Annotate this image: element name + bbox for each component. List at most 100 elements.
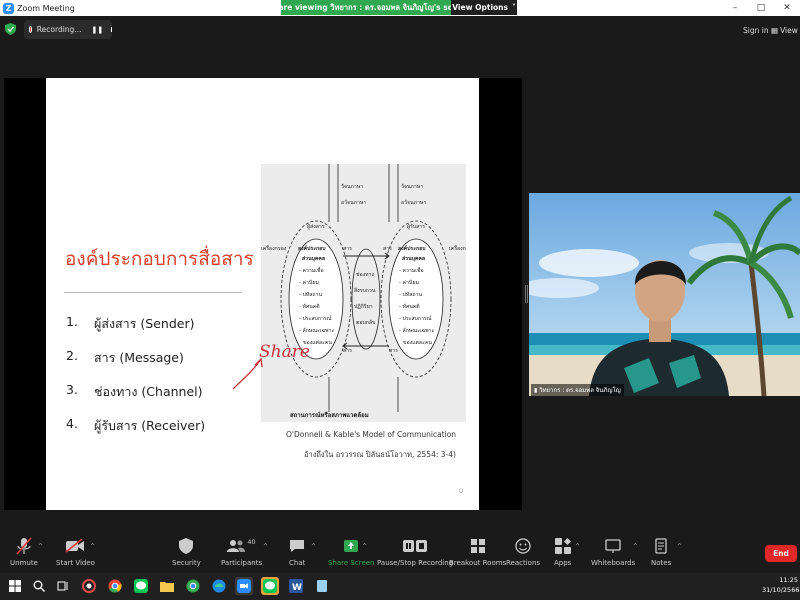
view-button[interactable]: ▦ View <box>771 26 798 35</box>
viewing-banner: You are viewing วิทยากร : ดร.จอมพล จินภิ… <box>281 0 517 15</box>
maximize-icon[interactable]: □ <box>748 0 774 16</box>
minimize-icon[interactable]: – <box>722 0 748 16</box>
diagram-label: อวัจนภาษา <box>401 199 426 206</box>
pause-stop-recording-label: Pause/Stop Recording <box>377 559 454 567</box>
end-meeting-button[interactable]: End <box>765 545 797 562</box>
share-caret-icon[interactable]: ^ <box>362 543 367 550</box>
chat-bubble-icon <box>290 540 305 552</box>
line-taskbar-icon[interactable] <box>261 577 279 595</box>
sign-in-link[interactable]: Sign in <box>743 26 769 35</box>
whiteboards-button[interactable]: Whiteboards <box>591 536 635 567</box>
chrome-icon[interactable] <box>106 577 124 595</box>
whiteboards-label: Whiteboards <box>591 559 636 567</box>
clock-date: 31/10/2566 <box>762 586 800 594</box>
signal-bars-icon: ▮ <box>534 387 538 394</box>
slide-divider <box>64 292 242 293</box>
share-screen-button[interactable]: Share Screen <box>328 536 375 567</box>
list-item-text: ผู้ส่งสาร (Sender) <box>94 316 195 331</box>
notes-button[interactable]: Notes <box>651 536 671 567</box>
start-video-button[interactable]: Start Video <box>56 536 95 567</box>
apps-caret-icon[interactable]: ^ <box>575 543 580 550</box>
chrome-profile-icon[interactable] <box>184 577 202 595</box>
diagram-box-item: ของแต่ละคน <box>403 340 432 346</box>
breakout-rooms-button[interactable]: Breakout Rooms <box>449 536 506 567</box>
diagram-box-subtitle: ส่วนบุคคล <box>402 255 425 262</box>
list-item-text: สาร (Message) <box>94 350 184 365</box>
reactions-button[interactable]: Reactions <box>506 536 540 567</box>
chat-button[interactable]: Chat <box>289 536 305 567</box>
recording-label: Recording... <box>36 25 82 34</box>
system-clock[interactable]: 11:25 31/10/2566 <box>762 575 800 595</box>
list-item-number: 4. <box>66 416 78 431</box>
breakout-rooms-icon <box>470 539 485 553</box>
clock-time: 11:25 <box>779 576 798 584</box>
list-item-number: 1. <box>66 314 78 329</box>
video-options-caret-icon[interactable]: ^ <box>90 543 95 550</box>
unmute-button[interactable]: Unmute <box>10 536 38 567</box>
diagram-label: ผู้รับสาร <box>407 223 425 230</box>
diagram-context-label: สถานการณ์หรือสภาพแวดล้อม <box>290 412 369 419</box>
list-item: 3. ช่องทาง (Channel) <box>66 382 205 416</box>
diagram-box-item: - ทัศนคติ <box>399 303 420 310</box>
file-explorer-icon[interactable] <box>158 577 176 595</box>
diagram-box-item: - ปทัสถาน <box>299 291 322 298</box>
chevron-down-icon: ˅ <box>511 3 516 12</box>
diagram-label: สาร <box>343 348 352 354</box>
notes-caret-icon[interactable]: ^ <box>677 543 682 550</box>
view-label: View <box>780 26 798 35</box>
panel-resize-handle[interactable] <box>525 285 528 303</box>
diagram-label: สาร <box>389 348 398 354</box>
security-shield-icon[interactable] <box>5 23 16 35</box>
diagram-middle-label: ปฏิกิริยา <box>354 303 373 310</box>
list-item-text: ผู้รับสาร (Receiver) <box>94 418 206 433</box>
edge-icon[interactable] <box>210 577 228 595</box>
slide-list: 1. ผู้ส่งสาร (Sender) 2. สาร (Message) 3. ช… <box>66 314 205 450</box>
stop-recording-icon[interactable] <box>111 27 112 32</box>
smiley-icon <box>515 538 531 554</box>
media-app-icon[interactable] <box>80 577 98 595</box>
diagram-label: สาร <box>343 246 352 252</box>
chat-caret-icon[interactable]: ^ <box>311 543 316 550</box>
breakout-rooms-label: Breakout Rooms <box>449 559 507 567</box>
shared-slide: องค์ประกอบการสื่อสาร 1. ผู้ส่งสาร (Sender… <box>46 78 479 510</box>
security-button[interactable]: Security <box>172 536 201 567</box>
line-app-icon[interactable] <box>132 577 150 595</box>
app-icon[interactable] <box>313 577 331 595</box>
participants-button[interactable]: 40 Participants <box>221 536 262 567</box>
list-item: 4. ผู้รับสาร (Receiver) <box>66 416 205 450</box>
start-video-label: Start Video <box>56 559 95 567</box>
participant-name: วิทยากร : ดร.จอมพล จินภิญโญ <box>539 387 621 394</box>
participants-label: Participants <box>221 559 263 567</box>
pause-recording-icon[interactable]: ❚❚ <box>91 26 103 34</box>
recording-dot-icon <box>29 26 32 33</box>
diagram-box-title: องค์ประกอบ <box>398 245 426 252</box>
diagram-box-item: - ลักษณะเฉพาะ <box>399 327 434 334</box>
diagram-box-item: - ค่านิยม <box>399 279 419 286</box>
view-options-button[interactable]: View Options ˅ <box>451 0 517 15</box>
word-icon[interactable]: W <box>287 577 305 595</box>
diagram-box-item: - ประสบการณ์ <box>399 315 432 322</box>
viewing-message: You are viewing วิทยากร : ดร.จอมพล จินภิ… <box>281 0 451 15</box>
diagram-box-item: - ประสบการณ์ <box>299 315 332 322</box>
diagram-label: เครื่องกรอง <box>449 245 466 252</box>
participant-video[interactable] <box>529 193 800 396</box>
diagram-middle-label: ตอบกลับ <box>356 319 375 326</box>
video-off-icon <box>65 539 85 553</box>
diagram-box-title: องค์ประกอบ <box>298 245 326 252</box>
task-view-icon[interactable] <box>54 577 72 595</box>
search-icon[interactable] <box>30 577 48 595</box>
apps-label: Apps <box>554 559 572 567</box>
security-label: Security <box>172 559 201 567</box>
close-icon[interactable]: ✕ <box>774 0 800 16</box>
pause-stop-recording-button[interactable]: Pause/Stop Recording <box>377 536 453 567</box>
zoom-taskbar-icon[interactable] <box>235 577 253 595</box>
participants-caret-icon[interactable]: ^ <box>263 543 268 550</box>
video-feed-image <box>529 193 800 396</box>
windows-start-icon[interactable] <box>6 577 24 595</box>
diagram-label: วัจนภาษา <box>341 183 363 190</box>
whiteboards-caret-icon[interactable]: ^ <box>633 543 638 550</box>
shield-icon <box>179 538 194 554</box>
diagram-box-item: - ทัศนคติ <box>299 303 320 310</box>
audio-options-caret-icon[interactable]: ^ <box>38 543 43 550</box>
apps-button[interactable]: Apps <box>554 536 571 567</box>
